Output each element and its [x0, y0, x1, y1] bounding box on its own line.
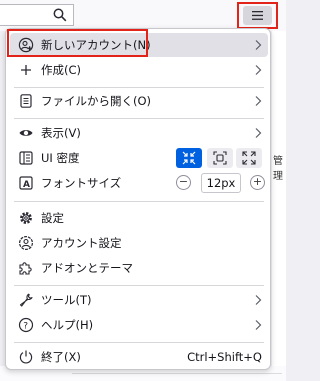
- menu-separator: [14, 342, 264, 343]
- menu-item-label: アドオンとテーマ: [41, 261, 133, 275]
- chevron-right-icon: [255, 40, 262, 50]
- puzzle-icon: [18, 260, 34, 276]
- menu-item-label: 終了(X): [41, 350, 81, 364]
- app-menu-panel: 新しいアカウント(N) 作成(C) ファイルから開く(O) 表示(V) UI 密…: [5, 28, 271, 370]
- menu-item-create[interactable]: 作成(C): [10, 58, 268, 82]
- menu-item-ui-density: UI 密度: [10, 146, 268, 170]
- search-input[interactable]: [0, 4, 74, 26]
- menu-item-tools[interactable]: ツール(T): [10, 288, 268, 312]
- menu-item-new-account[interactable]: 新しいアカウント(N): [10, 33, 268, 57]
- menu-item-label: ヘルプ(H): [41, 318, 94, 332]
- menu-item-addons[interactable]: アドオンとテーマ: [10, 256, 268, 280]
- menu-item-help[interactable]: ? ヘルプ(H): [10, 313, 268, 337]
- menu-item-label: 新しいアカウント(N): [41, 38, 151, 52]
- hamburger-icon: [252, 11, 263, 20]
- font-size-increase-button[interactable]: +: [250, 175, 265, 190]
- menu-item-label: アカウント設定: [41, 236, 122, 250]
- help-icon: ?: [18, 317, 34, 333]
- menu-item-quit[interactable]: 終了(X) Ctrl+Shift+Q: [10, 345, 268, 369]
- chevron-right-icon: [255, 295, 262, 305]
- menu-item-label: ファイルから開く(O): [41, 94, 152, 108]
- chevron-right-icon: [255, 320, 262, 330]
- gear-icon: [18, 210, 34, 226]
- document-icon: [18, 93, 34, 109]
- menu-item-label: ツール(T): [41, 293, 92, 307]
- menu-item-label: 表示(V): [41, 126, 81, 140]
- chevron-right-icon: [255, 96, 262, 106]
- toolbar: [0, 0, 286, 31]
- wrench-icon: [18, 292, 34, 308]
- menu-separator: [14, 87, 264, 88]
- chevron-right-icon: [255, 65, 262, 75]
- density-normal-button[interactable]: [207, 148, 233, 168]
- menu-item-view[interactable]: 表示(V): [10, 121, 268, 145]
- chevron-right-icon: [255, 128, 262, 138]
- menu-separator: [14, 118, 264, 119]
- quit-shortcut: Ctrl+Shift+Q: [187, 350, 262, 364]
- menu-separator: [14, 201, 264, 202]
- menu-item-settings[interactable]: 設定: [10, 206, 268, 230]
- touch-density-icon: [242, 151, 256, 165]
- menu-item-font-size: A フォントサイズ − 12px +: [10, 171, 268, 195]
- svg-text:A: A: [23, 180, 30, 190]
- background-label: 管理: [273, 156, 283, 182]
- compact-density-icon: [182, 151, 196, 165]
- font-size-decrease-button[interactable]: −: [176, 175, 191, 190]
- normal-density-icon: [213, 151, 227, 165]
- menu-item-account-settings[interactable]: アカウント設定: [10, 231, 268, 255]
- font-size-icon: A: [18, 175, 34, 191]
- search-icon: [53, 8, 67, 22]
- density-icon: [18, 150, 34, 166]
- menu-item-label: フォントサイズ: [41, 176, 122, 190]
- svg-text:?: ?: [23, 322, 28, 332]
- background-content: [272, 31, 286, 381]
- density-touch-button[interactable]: [236, 148, 262, 168]
- font-size-value: 12px: [201, 173, 241, 193]
- eye-icon: [18, 125, 34, 141]
- menu-separator: [14, 285, 264, 286]
- power-icon: [18, 349, 34, 365]
- add-account-icon: [18, 37, 34, 53]
- menu-item-label: 設定: [41, 211, 64, 225]
- plus-icon: [18, 62, 34, 78]
- menu-item-label: 作成(C): [41, 63, 82, 77]
- app-menu-button[interactable]: [237, 2, 278, 29]
- menu-item-label: UI 密度: [41, 151, 80, 165]
- menu-item-open-file[interactable]: ファイルから開く(O): [10, 89, 268, 113]
- account-settings-icon: [18, 235, 34, 251]
- density-compact-button[interactable]: [176, 148, 202, 168]
